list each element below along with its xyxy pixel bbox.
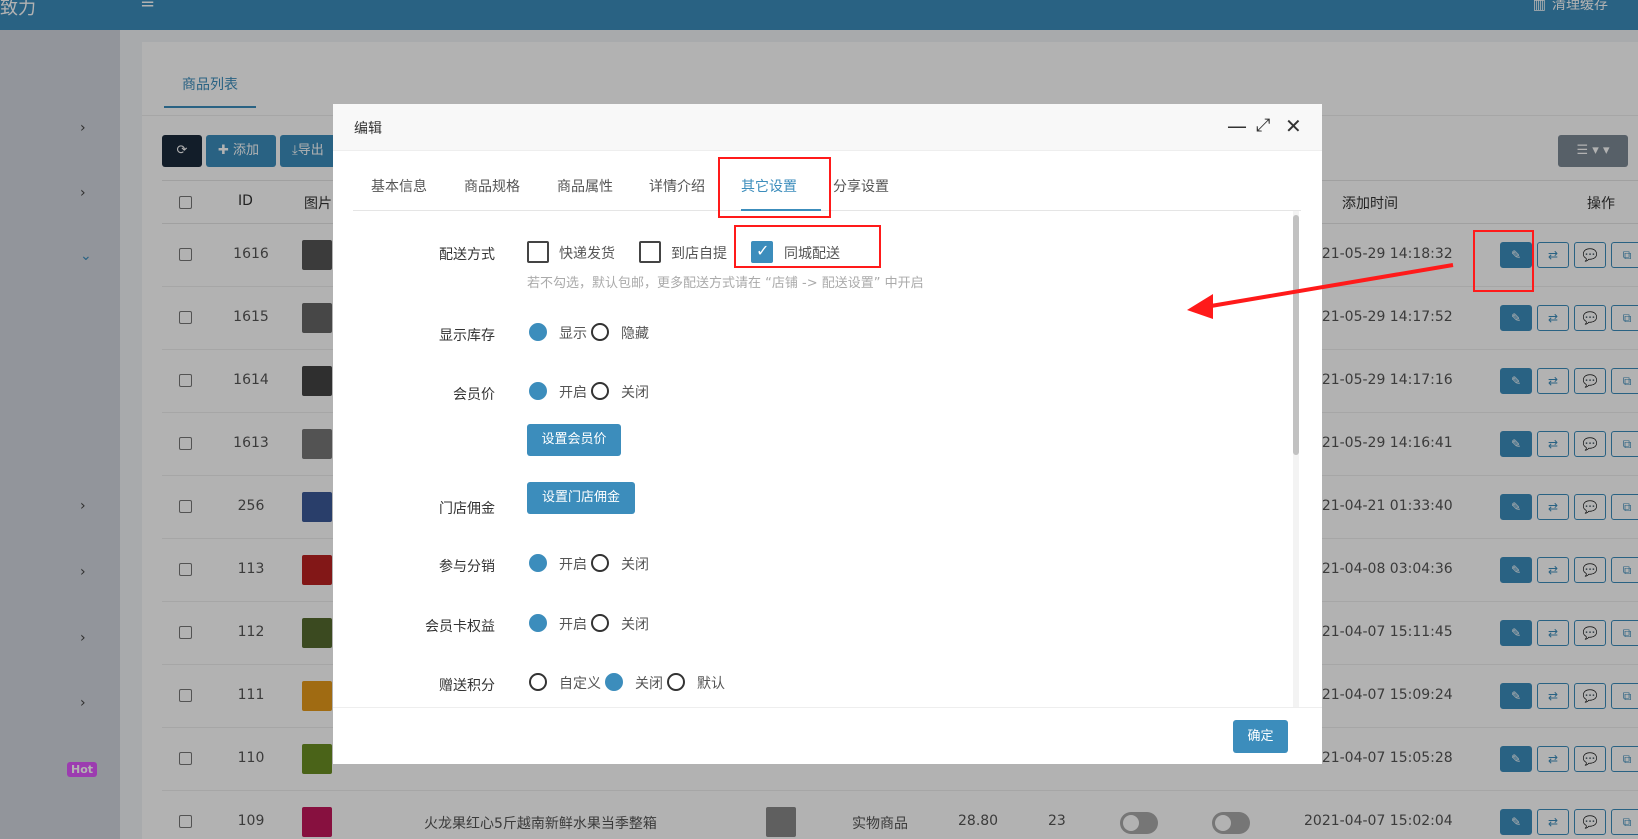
annotation-arrow [1187,263,1454,319]
